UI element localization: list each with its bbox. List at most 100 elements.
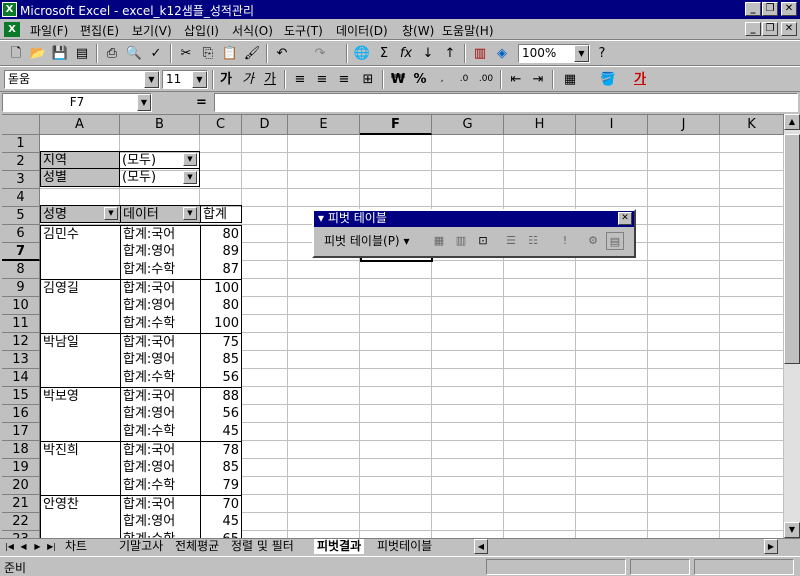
- pivot-item-value[interactable]: 85: [200, 351, 242, 369]
- row-header-23[interactable]: 23: [2, 531, 40, 538]
- row-header-14[interactable]: 14: [2, 369, 40, 387]
- chart-wizard-icon[interactable]: ▥: [452, 232, 470, 250]
- row-header-20[interactable]: 20: [2, 477, 40, 495]
- font-size-select[interactable]: 11 ▼: [162, 70, 208, 89]
- pivot-item-value[interactable]: 85: [200, 459, 242, 477]
- filter-label-gender[interactable]: 성별: [40, 169, 120, 187]
- pivot-item-value[interactable]: 88: [200, 387, 242, 405]
- menu-insert[interactable]: 삽입(I): [184, 22, 219, 39]
- pivot-item-value[interactable]: 70: [200, 495, 242, 513]
- pivot-item-label[interactable]: 합계:수학: [120, 261, 200, 279]
- row-header-19[interactable]: 19: [2, 459, 40, 477]
- menu-window[interactable]: 창(W): [402, 22, 434, 39]
- align-center-icon[interactable]: ≡: [312, 70, 332, 89]
- pivot-item-label[interactable]: 합계:국어: [120, 225, 200, 243]
- pivot-item-label[interactable]: 합계:영어: [120, 459, 200, 477]
- merge-center-icon[interactable]: ⊞: [358, 70, 378, 89]
- row-header-13[interactable]: 13: [2, 351, 40, 369]
- row-header-9[interactable]: 9: [2, 279, 40, 297]
- percent-button[interactable]: %: [410, 70, 430, 89]
- last-sheet-icon[interactable]: ▶|: [46, 540, 57, 553]
- row-header-21[interactable]: 21: [2, 495, 40, 513]
- function-icon[interactable]: fx: [396, 44, 416, 63]
- sort-ascending-icon[interactable]: ↓: [418, 44, 438, 63]
- save-icon[interactable]: 💾: [50, 44, 70, 63]
- print-preview-icon[interactable]: ▤: [72, 44, 92, 63]
- pivot-row-name[interactable]: 안영찬: [40, 495, 120, 538]
- scroll-left-icon[interactable]: ◀: [474, 539, 488, 554]
- drawing-icon[interactable]: ◈: [492, 44, 512, 63]
- borders-icon[interactable]: ▦: [560, 70, 580, 89]
- row-header-4[interactable]: 4: [2, 189, 40, 207]
- preview-icon[interactable]: 🔍: [124, 44, 144, 63]
- chevron-down-icon[interactable]: ▼: [192, 71, 207, 88]
- worksheet-grid[interactable]: ABCDEFGHIJK 1 2 3 4 5 6 7 8 9 10 11 12 13 14 15 16 17 18 1…: [2, 114, 784, 538]
- select-all-corner[interactable]: [2, 115, 40, 135]
- menu-data[interactable]: 데이터(D): [336, 22, 388, 39]
- pivot-item-value[interactable]: 78: [200, 441, 242, 459]
- chevron-down-icon[interactable]: ▼: [574, 45, 589, 62]
- pivot-item-value[interactable]: 100: [200, 315, 242, 333]
- pivot-toolbar-titlebar[interactable]: ▾ 피벗 테이블: [314, 211, 634, 227]
- restore-button[interactable]: ❐: [762, 2, 778, 16]
- equals-button[interactable]: =: [196, 95, 207, 110]
- row-header-5[interactable]: 5: [2, 207, 40, 225]
- pivot-item-value[interactable]: 45: [200, 423, 242, 441]
- pivot-item-value[interactable]: 100: [200, 279, 242, 297]
- pivot-table-menu[interactable]: 피벗 테이블(P) ▾: [324, 232, 409, 249]
- pivot-row-name[interactable]: 박남일: [40, 333, 120, 387]
- column-header-f[interactable]: F: [360, 115, 432, 135]
- pivot-item-label[interactable]: 합계:수학: [120, 369, 200, 387]
- column-header-i[interactable]: I: [576, 115, 648, 135]
- format-painter-icon[interactable]: 🖌: [242, 44, 262, 63]
- chevron-down-icon[interactable]: ▼: [144, 71, 159, 88]
- bold-button[interactable]: 가: [216, 70, 236, 89]
- format-report-icon[interactable]: ▦: [430, 232, 448, 250]
- pivot-item-value[interactable]: 45: [200, 513, 242, 531]
- menu-edit[interactable]: 편집(E): [80, 22, 119, 39]
- new-icon[interactable]: 🗋: [6, 44, 26, 63]
- pivot-item-value[interactable]: 89: [200, 243, 242, 261]
- prev-sheet-icon[interactable]: ◀: [18, 540, 29, 553]
- column-header-e[interactable]: E: [288, 115, 360, 135]
- spelling-icon[interactable]: ✓: [146, 44, 166, 63]
- row-header-3[interactable]: 3: [2, 171, 40, 189]
- sheet-tab[interactable]: 정렬 및 필터: [228, 539, 297, 554]
- show-detail-icon[interactable]: ☷: [524, 232, 542, 250]
- pivot-item-label[interactable]: 합계:국어: [120, 495, 200, 513]
- pivot-item-label[interactable]: 합계:국어: [120, 441, 200, 459]
- sheet-tab[interactable]: 전체평균: [172, 539, 222, 554]
- sheet-tab[interactable]: 피벗결과: [314, 539, 365, 554]
- column-header-h[interactable]: H: [504, 115, 576, 135]
- pivot-item-value[interactable]: 80: [200, 225, 242, 243]
- underline-button[interactable]: 가: [260, 70, 280, 89]
- pivot-item-value[interactable]: 87: [200, 261, 242, 279]
- column-header-d[interactable]: D: [242, 115, 288, 135]
- row-header-17[interactable]: 17: [2, 423, 40, 441]
- column-header-c[interactable]: C: [200, 115, 242, 135]
- increase-decimal-icon[interactable]: .0: [454, 70, 474, 89]
- pivot-item-label[interactable]: 합계:수학: [120, 531, 200, 538]
- menu-view[interactable]: 보기(V): [132, 22, 172, 39]
- pivot-item-label[interactable]: 합계:영어: [120, 405, 200, 423]
- redo-icon[interactable]: ↷: [310, 44, 330, 63]
- menu-help[interactable]: 도움말(H): [442, 22, 494, 39]
- minimize-button[interactable]: _: [745, 2, 761, 16]
- pivot-item-label[interactable]: 합계:국어: [120, 279, 200, 297]
- workbook-icon[interactable]: X: [4, 22, 20, 37]
- pivot-item-label[interactable]: 합계:수학: [120, 477, 200, 495]
- italic-button[interactable]: 가: [238, 70, 258, 89]
- column-header-k[interactable]: K: [720, 115, 784, 135]
- pivot-item-label[interactable]: 합계:영어: [120, 297, 200, 315]
- row-header-22[interactable]: 22: [2, 513, 40, 531]
- currency-button[interactable]: ₩: [388, 70, 408, 89]
- scroll-down-icon[interactable]: ▼: [784, 522, 800, 538]
- column-header-b[interactable]: B: [120, 115, 200, 135]
- field-list-icon[interactable]: ▤: [606, 232, 624, 250]
- formula-input[interactable]: [214, 93, 798, 112]
- row-header-2[interactable]: 2: [2, 153, 40, 171]
- scroll-right-icon[interactable]: ▶: [764, 539, 778, 554]
- print-icon[interactable]: ⎙: [102, 44, 122, 63]
- row-header-16[interactable]: 16: [2, 405, 40, 423]
- row-header-18[interactable]: 18: [2, 441, 40, 459]
